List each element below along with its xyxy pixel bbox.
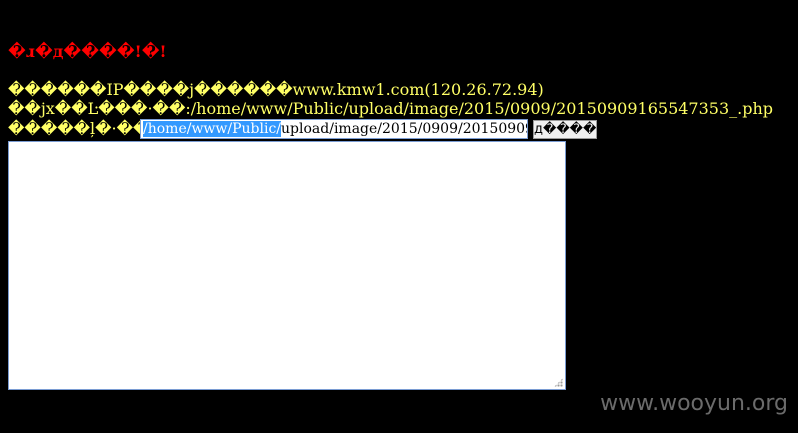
save-path-input[interactable]: /home/www/Public/upload/image/2015/0909/…	[140, 119, 528, 139]
path-input-selected-text: /home/www/Public/	[143, 121, 282, 137]
server-ip-info: ������IP����j������www.kmw1.com(120.26.7…	[8, 80, 544, 99]
save-path-label: �����ļ�·��:	[8, 119, 155, 138]
page-title: �ɹ�д����!�!	[8, 42, 167, 61]
write-submit-button[interactable]: д����	[533, 120, 597, 139]
resize-grip-icon[interactable]	[554, 378, 563, 387]
path-input-rest-text: upload/image/2015/0909/20150909165547353…	[281, 121, 527, 137]
file-content-textarea[interactable]	[8, 141, 566, 390]
current-file-path-info: ��jx��Ŀ���·��:/home/www/Public/upload/im…	[8, 99, 774, 118]
watermark: www.wooyun.org	[600, 391, 788, 416]
